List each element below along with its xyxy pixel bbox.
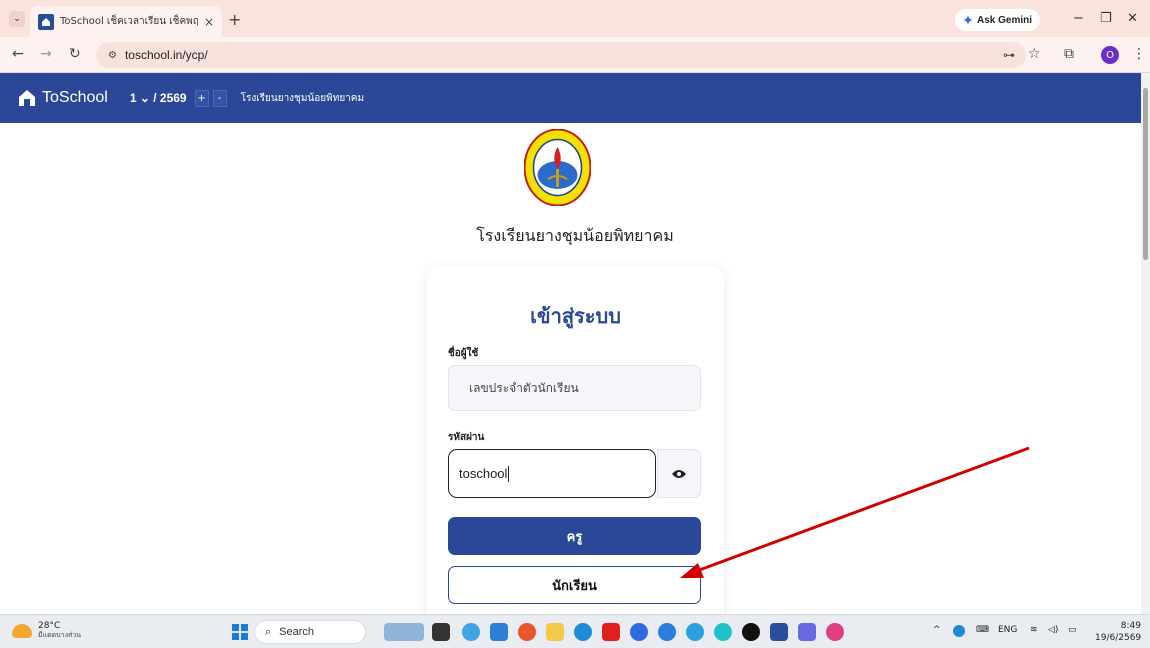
- weather-condition: มีแดดบางส่วน: [38, 631, 81, 639]
- language-indicator[interactable]: ENG: [998, 625, 1017, 635]
- password-value: toschool: [459, 466, 508, 481]
- new-tab-button[interactable]: +: [228, 10, 241, 29]
- messenger-icon[interactable]: [686, 623, 704, 641]
- taskbar-search-label: Search: [279, 626, 315, 638]
- back-arrow-icon[interactable]: ←: [12, 46, 24, 62]
- header-school-name: โรงเรียนยางชุมน้อยพิทยาคม: [240, 92, 365, 104]
- url-text: toschool.in/ycp/: [124, 48, 208, 62]
- password-label: รหัสผ่าน: [448, 432, 485, 443]
- show-password-button[interactable]: [657, 449, 701, 498]
- app-header: ToSchool 1 ⌄ / 2569 + - โรงเรียนยางชุมน้…: [0, 73, 1141, 123]
- tray-app-icon[interactable]: [953, 625, 965, 637]
- student-login-button[interactable]: นักเรียน: [448, 566, 701, 604]
- temperature: 28°C: [38, 621, 61, 631]
- toschool-favicon-icon: [38, 13, 54, 30]
- brand-name: ToSchool: [42, 89, 108, 106]
- battery-icon[interactable]: ▭: [1068, 625, 1077, 635]
- site-info-icon[interactable]: ⚙: [108, 50, 117, 61]
- browser-tab-strip: ⌄ ToSchool เช็คเวลาเรียน เช็คพฤติกร × + …: [0, 0, 1150, 37]
- browser-menu-icon[interactable]: ⋮: [1132, 46, 1146, 62]
- term-year-selector[interactable]: 1 ⌄ / 2569: [130, 91, 187, 105]
- zoom-icon[interactable]: [630, 623, 648, 641]
- tab-title: ToSchool เช็คเวลาเรียน เช็คพฤติกร: [60, 16, 198, 27]
- restore-button[interactable]: ❐: [1100, 11, 1112, 26]
- weather-widget[interactable]: 28°C มีแดดบางส่วน: [12, 621, 81, 640]
- youtube-icon[interactable]: [602, 623, 620, 641]
- username-input[interactable]: เลขประจำตัวนักเรียน: [448, 365, 701, 411]
- help-icon[interactable]: [658, 623, 676, 641]
- clock-time: 8:49: [1120, 621, 1141, 631]
- school-title: โรงเรียนยางชุมน้อยพิทยาคม: [476, 226, 674, 245]
- taskbar-search[interactable]: ⌕ Search: [254, 620, 366, 644]
- partly-sunny-icon: [12, 623, 32, 638]
- school-emblem-logo: [524, 129, 591, 206]
- minimize-button[interactable]: −: [1073, 11, 1084, 26]
- tiktok-icon[interactable]: [742, 623, 760, 641]
- widgets-icon[interactable]: [384, 623, 424, 641]
- task-view-icon[interactable]: [432, 623, 450, 641]
- search-icon: ⌕: [265, 625, 272, 638]
- reload-icon[interactable]: ↻: [69, 46, 81, 62]
- ask-gemini-label: Ask Gemini: [977, 14, 1033, 26]
- chrome-icon[interactable]: [826, 623, 844, 641]
- school-home-icon: [19, 90, 35, 106]
- teacher-login-button[interactable]: ครู: [448, 517, 701, 555]
- volume-icon[interactable]: ◁): [1048, 625, 1058, 635]
- year-minus-button[interactable]: -: [212, 89, 227, 107]
- forward-arrow-icon[interactable]: →: [40, 46, 52, 62]
- clock-date: 19/6/2569: [1095, 633, 1142, 643]
- store-icon[interactable]: [770, 623, 788, 641]
- file-explorer-icon[interactable]: [546, 623, 564, 641]
- wifi-icon[interactable]: ≋: [1030, 625, 1038, 635]
- profile-avatar[interactable]: O: [1101, 46, 1119, 64]
- password-key-icon[interactable]: ⊶: [1003, 48, 1015, 62]
- gemini-sparkle-icon: [963, 15, 973, 25]
- taskbar-clock[interactable]: 8:49 19/6/2569: [1095, 620, 1141, 644]
- ask-gemini-button[interactable]: Ask Gemini: [955, 9, 1041, 31]
- edge-icon[interactable]: [574, 623, 592, 641]
- username-label: ชื่อผู้ใช้: [448, 348, 479, 359]
- address-bar[interactable]: ⚙ toschool.in/ycp/: [96, 42, 1026, 68]
- login-title: เข้าสู่ระบบ: [530, 304, 621, 328]
- close-window-button[interactable]: ✕: [1127, 11, 1138, 26]
- tray-overflow-icon[interactable]: ^: [933, 625, 941, 635]
- tab-search-dropdown[interactable]: ⌄: [9, 11, 25, 27]
- brand[interactable]: ToSchool: [18, 89, 108, 107]
- scrollbar-thumb[interactable]: [1143, 88, 1148, 260]
- year-plus-button[interactable]: +: [194, 89, 209, 107]
- password-input[interactable]: toschool: [448, 449, 656, 498]
- text-caret: [508, 465, 510, 482]
- bookmark-star-icon[interactable]: ☆: [1028, 46, 1041, 62]
- app-icon-1[interactable]: [490, 623, 508, 641]
- windows-taskbar: 28°C มีแดดบางส่วน ⌕ Search ^ ⌨ ENG ≋ ◁) …: [0, 614, 1150, 648]
- login-card: เข้าสู่ระบบ ชื่อผู้ใช้ เลขประจำตัวนักเรี…: [427, 266, 724, 626]
- canva-icon[interactable]: [714, 623, 732, 641]
- copilot-icon[interactable]: [462, 623, 480, 641]
- eye-icon: [672, 469, 686, 478]
- teams-icon[interactable]: [798, 623, 816, 641]
- keyboard-icon[interactable]: ⌨: [976, 625, 989, 635]
- firefox-icon[interactable]: [518, 623, 536, 641]
- tab-close-icon[interactable]: ×: [204, 15, 214, 29]
- extensions-icon[interactable]: ⧉: [1064, 46, 1074, 62]
- browser-toolbar: ← → ↻ ⚙ toschool.in/ycp/ ⊶ ☆ ⧉ O ⋮: [0, 37, 1150, 73]
- windows-start-icon[interactable]: [232, 624, 248, 640]
- browser-tab[interactable]: ToSchool เช็คเวลาเรียน เช็คพฤติกร ×: [30, 6, 222, 37]
